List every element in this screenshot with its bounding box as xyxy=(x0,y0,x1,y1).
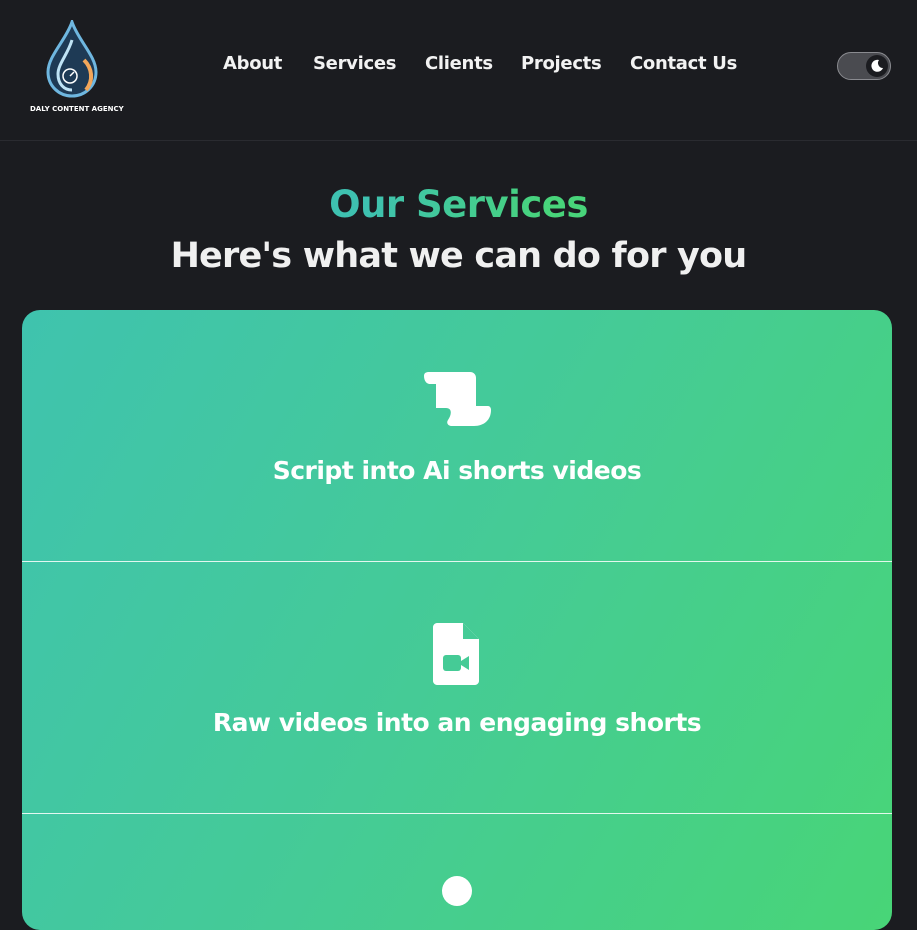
moon-icon xyxy=(871,59,883,72)
nav-clients[interactable]: Clients xyxy=(425,53,493,74)
card-title: Raw videos into an engaging shorts xyxy=(212,708,702,737)
brand-name: DALY CONTENT AGENCY xyxy=(30,105,124,113)
site-header: DALY CONTENT AGENCY About Services Clien… xyxy=(0,0,917,141)
card-icon-wrapper xyxy=(22,623,892,689)
section-title: Our Services xyxy=(0,183,917,226)
video-file-icon xyxy=(433,623,479,685)
nav-services[interactable]: Services xyxy=(313,53,396,74)
nav-contact-us[interactable]: Contact Us xyxy=(630,53,737,74)
card-title: Script into Ai shorts videos xyxy=(272,456,642,485)
card-icon-wrapper xyxy=(22,372,892,432)
nav-about[interactable]: About xyxy=(223,53,282,74)
scroll-icon xyxy=(424,372,491,426)
theme-toggle[interactable] xyxy=(837,52,891,80)
toggle-knob xyxy=(866,55,888,77)
services-cards: Script into Ai shorts videos Raw videos … xyxy=(22,310,892,930)
main-nav: About Services Clients Projects Contact … xyxy=(0,53,917,81)
circle-icon xyxy=(442,876,472,906)
nav-projects[interactable]: Projects xyxy=(521,53,602,74)
section-subtitle: Here's what we can do for you xyxy=(170,236,748,276)
service-card[interactable]: Script into Ai shorts videos xyxy=(22,310,892,562)
service-card[interactable]: Raw videos into an engaging shorts xyxy=(22,562,892,814)
